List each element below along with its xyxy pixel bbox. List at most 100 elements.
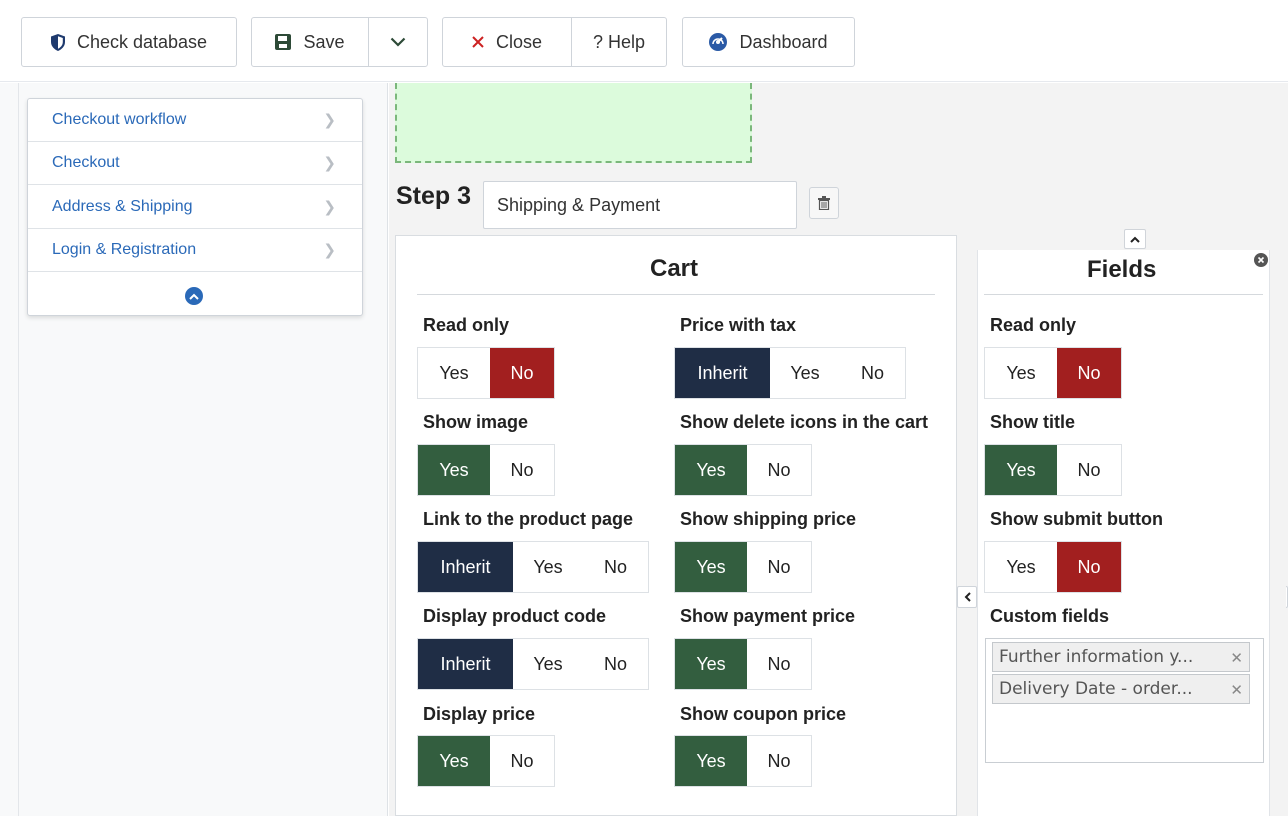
tag-label: Further information y... [999, 647, 1194, 667]
nav-item-address-shipping[interactable]: Address & Shipping ❯ [28, 186, 362, 229]
option-yes[interactable]: Yes [985, 542, 1057, 592]
option-no[interactable]: No [1057, 348, 1121, 398]
dashboard-button[interactable]: Dashboard [682, 17, 855, 67]
option-inherit[interactable]: Inherit [418, 639, 513, 689]
fields-read-only-toggle[interactable]: Yes No [984, 347, 1122, 399]
display-product-code-label: Display product code [423, 606, 607, 626]
chevron-down-icon [390, 37, 406, 47]
save-dropdown-button[interactable] [368, 17, 428, 67]
show-submit-button-toggle[interactable]: Yes No [984, 541, 1122, 593]
show-submit-button-label: Show submit button [990, 509, 1163, 529]
option-yes[interactable]: Yes [770, 348, 840, 398]
close-icon [472, 36, 484, 48]
help-label: ? Help [592, 31, 646, 52]
cart-title: Cart [650, 255, 699, 282]
chevron-right-icon: ❯ [323, 242, 336, 259]
show-title-label: Show title [990, 412, 1075, 432]
show-image-toggle[interactable]: Yes No [417, 444, 555, 496]
right-gutter [1270, 250, 1286, 816]
option-yes[interactable]: Yes [513, 542, 583, 592]
save-icon [275, 34, 292, 50]
custom-field-tag[interactable]: Further information y... ✕ [992, 642, 1250, 672]
shield-icon [50, 33, 65, 51]
toolbar: Check database Save Close ? Help Dashboa… [0, 0, 1288, 82]
check-database-label: Check database [76, 31, 208, 52]
link-product-page-toggle[interactable]: Inherit Yes No [417, 541, 649, 593]
option-inherit[interactable]: Inherit [418, 542, 513, 592]
option-yes[interactable]: Yes [675, 736, 747, 786]
display-product-code-toggle[interactable]: Inherit Yes No [417, 638, 649, 690]
show-coupon-price-label: Show coupon price [680, 704, 847, 724]
price-with-tax-toggle[interactable]: Inherit Yes No [674, 347, 906, 399]
option-no[interactable]: No [490, 445, 554, 495]
help-button[interactable]: ? Help [571, 17, 667, 67]
cart-title-divider [417, 294, 935, 295]
remove-tag-icon[interactable]: ✕ [1230, 649, 1243, 667]
option-no[interactable]: No [747, 639, 811, 689]
move-left-button[interactable] [957, 586, 977, 608]
tag-label: Delivery Date - order... [999, 679, 1193, 699]
option-yes[interactable]: Yes [675, 445, 747, 495]
chevron-right-icon: ❯ [323, 155, 336, 172]
custom-fields-multiselect[interactable]: Further information y... ✕ Delivery Date… [985, 638, 1264, 763]
option-yes[interactable]: Yes [985, 348, 1057, 398]
custom-fields-label: Custom fields [990, 606, 1110, 626]
nav-item-label: Address & Shipping [52, 198, 193, 215]
show-coupon-price-toggle[interactable]: Yes No [674, 735, 812, 787]
option-no[interactable]: No [490, 736, 554, 786]
fields-read-only-label: Read only [990, 315, 1077, 335]
show-payment-price-label: Show payment price [680, 606, 856, 626]
display-price-label: Display price [423, 704, 536, 724]
remove-block-button[interactable] [1254, 253, 1268, 267]
option-yes[interactable]: Yes [418, 348, 490, 398]
option-yes[interactable]: Yes [418, 736, 490, 786]
option-yes[interactable]: Yes [675, 639, 747, 689]
move-up-button[interactable] [1124, 229, 1146, 249]
display-price-toggle[interactable]: Yes No [417, 735, 555, 787]
nav-item-checkout[interactable]: Checkout ❯ [28, 142, 362, 185]
fields-title: Fields [1087, 256, 1157, 283]
option-no[interactable]: No [840, 348, 905, 398]
option-no[interactable]: No [490, 348, 554, 398]
collapse-menu-button[interactable] [185, 287, 203, 305]
close-button[interactable]: Close [442, 17, 572, 67]
chevron-up-icon [1130, 236, 1140, 243]
option-yes[interactable]: Yes [418, 445, 490, 495]
drop-zone[interactable] [395, 83, 752, 163]
save-button[interactable]: Save [251, 17, 369, 67]
step-name-input[interactable]: Shipping & Payment [483, 181, 797, 229]
close-label: Close [495, 31, 543, 52]
show-title-toggle[interactable]: Yes No [984, 444, 1122, 496]
show-shipping-price-toggle[interactable]: Yes No [674, 541, 812, 593]
option-yes[interactable]: Yes [513, 639, 583, 689]
option-no[interactable]: No [747, 445, 811, 495]
nav-item-label: Checkout workflow [52, 111, 187, 128]
option-yes[interactable]: Yes [985, 445, 1057, 495]
step-name-value: Shipping & Payment [497, 194, 661, 215]
option-no[interactable]: No [1057, 542, 1121, 592]
read-only-toggle[interactable]: Yes No [417, 347, 555, 399]
delete-step-button[interactable] [809, 187, 839, 219]
dashboard-icon [709, 33, 728, 51]
show-shipping-price-label: Show shipping price [680, 509, 857, 529]
check-database-button[interactable]: Check database [21, 17, 237, 67]
option-no[interactable]: No [747, 542, 811, 592]
show-payment-price-toggle[interactable]: Yes No [674, 638, 812, 690]
checkout-nav-menu: Checkout workflow ❯ Checkout ❯ Address &… [27, 98, 363, 316]
nav-item-login-registration[interactable]: Login & Registration ❯ [28, 229, 362, 272]
nav-item-checkout-workflow[interactable]: Checkout workflow ❯ [28, 99, 362, 142]
show-delete-icons-toggle[interactable]: Yes No [674, 444, 812, 496]
option-no[interactable]: No [583, 542, 648, 592]
chevron-up-icon [189, 293, 199, 300]
close-icon [1257, 256, 1265, 264]
read-only-label: Read only [423, 315, 510, 335]
option-no[interactable]: No [747, 736, 811, 786]
option-inherit[interactable]: Inherit [675, 348, 770, 398]
option-yes[interactable]: Yes [675, 542, 747, 592]
custom-field-tag[interactable]: Delivery Date - order... ✕ [992, 674, 1250, 704]
option-no[interactable]: No [583, 639, 648, 689]
remove-tag-icon[interactable]: ✕ [1230, 681, 1243, 699]
nav-item-label: Login & Registration [52, 241, 197, 258]
option-no[interactable]: No [1057, 445, 1121, 495]
dashboard-label: Dashboard [739, 31, 828, 52]
